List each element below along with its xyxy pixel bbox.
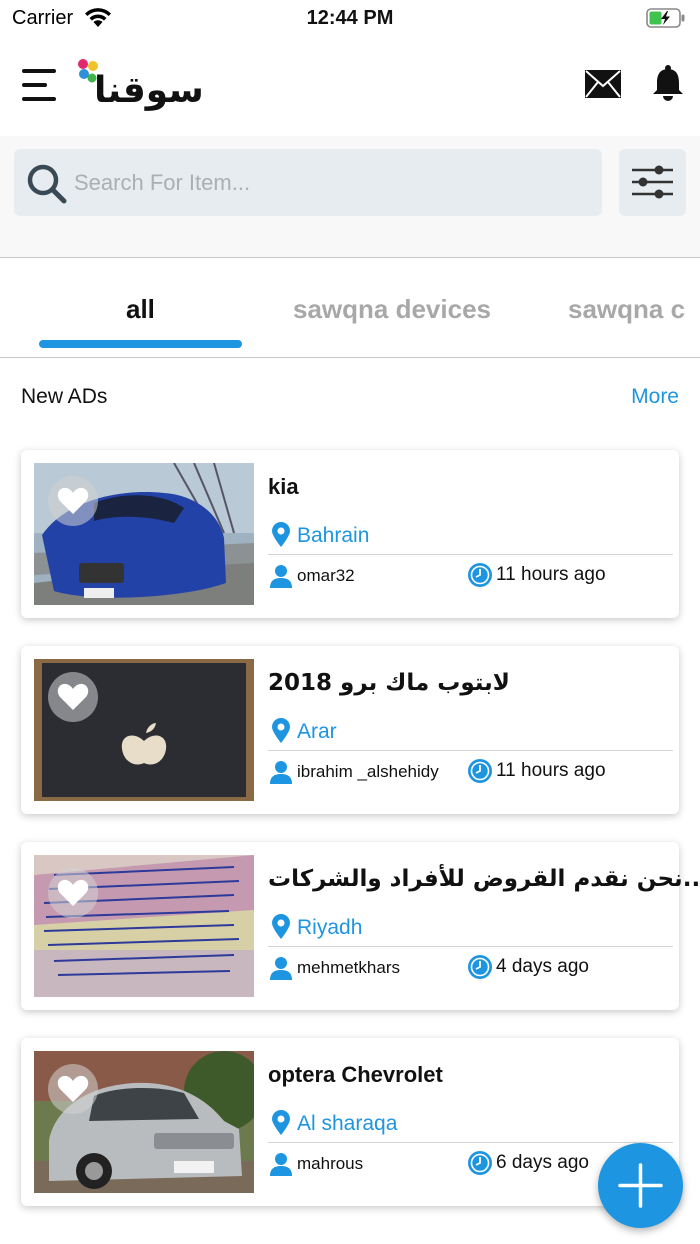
- menu-icon[interactable]: [20, 66, 58, 104]
- ad-location: Arar: [297, 720, 337, 743]
- ad-card[interactable]: kia Bahrain omar32 11 hours ago: [21, 450, 679, 618]
- ad-title: optera Chevrolet: [268, 1062, 443, 1087]
- more-link[interactable]: More: [631, 385, 679, 409]
- app-logo: سوقنا: [76, 56, 204, 116]
- ad-time: 11 hours ago: [496, 564, 606, 585]
- add-ad-button[interactable]: [598, 1143, 683, 1228]
- bell-icon[interactable]: [650, 64, 686, 102]
- search-box[interactable]: [14, 149, 602, 216]
- clock-time: 12:44 PM: [306, 7, 394, 29]
- ad-location: Riyadh: [297, 916, 363, 939]
- ad-image: [34, 659, 254, 801]
- active-tab-indicator: [39, 340, 242, 348]
- ad-location: Bahrain: [297, 524, 370, 547]
- favorite-button[interactable]: [48, 476, 98, 526]
- ad-title: لابتوب ماك برو 2018: [268, 670, 510, 696]
- logo-text: سوقنا: [94, 70, 204, 111]
- ad-user: mahrous: [297, 1154, 364, 1173]
- ad-image: [34, 463, 254, 605]
- ad-image: [34, 1051, 254, 1193]
- favorite-button[interactable]: [48, 868, 98, 918]
- divider: [268, 1142, 673, 1143]
- pin-icon: [272, 522, 290, 547]
- ad-user: mehmetkhars: [297, 958, 400, 977]
- plus-icon: [618, 1163, 663, 1208]
- ad-title: kia: [268, 474, 299, 499]
- tab-sawqna-devices[interactable]: sawqna devices: [293, 294, 491, 325]
- divider: [268, 946, 673, 947]
- app-bar: سوقنا: [0, 36, 700, 136]
- ad-location: Al sharaqa: [297, 1112, 398, 1135]
- pin-icon: [272, 718, 290, 743]
- ad-time: 4 days ago: [496, 956, 589, 977]
- ad-card[interactable]: لابتوب ماك برو 2018 Arar ibrahim _alsheh…: [21, 646, 679, 814]
- divider: [268, 554, 673, 555]
- divider: [268, 750, 673, 751]
- person-icon: [270, 565, 292, 588]
- sliders-icon: [632, 165, 673, 199]
- person-icon: [270, 957, 292, 980]
- person-icon: [270, 1153, 292, 1176]
- pin-icon: [272, 1110, 290, 1135]
- status-bar: Carrier 12:44 PM: [0, 0, 700, 36]
- favorite-button[interactable]: [48, 672, 98, 722]
- search-icon: [27, 164, 67, 204]
- ad-time: 11 hours ago: [496, 760, 606, 781]
- filter-button[interactable]: [619, 149, 686, 216]
- heart-icon: [57, 879, 89, 906]
- section-title: New ADs: [21, 385, 108, 408]
- ad-image: [34, 855, 254, 997]
- person-icon: [270, 761, 292, 784]
- ad-title: نحن نقدم القروض للأفراد والشركات....: [268, 866, 700, 892]
- pin-icon: [272, 914, 290, 939]
- heart-icon: [57, 487, 89, 514]
- favorite-button[interactable]: [48, 1064, 98, 1114]
- envelope-icon[interactable]: [584, 69, 622, 99]
- heart-icon: [57, 683, 89, 710]
- clock-icon: [468, 759, 492, 783]
- clock-icon: [468, 955, 492, 979]
- ad-card[interactable]: نحن نقدم القروض للأفراد والشركات.... Riy…: [21, 842, 700, 1010]
- heart-icon: [57, 1075, 89, 1102]
- ad-card[interactable]: optera Chevrolet Al sharaqa mahrous 6 da…: [21, 1038, 679, 1206]
- ad-time: 6 days ago: [496, 1152, 589, 1173]
- battery-icon: [646, 8, 685, 28]
- search-area: [0, 136, 700, 258]
- ad-user: omar32: [297, 566, 355, 585]
- clock-icon: [468, 563, 492, 587]
- clock-icon: [468, 1151, 492, 1175]
- category-tabs: all sawqna devices sawqna c: [0, 258, 700, 358]
- tab-sawqna-c[interactable]: sawqna c: [568, 294, 685, 325]
- tab-all[interactable]: all: [126, 294, 155, 325]
- ad-user: ibrahim _alshehidy: [297, 762, 439, 781]
- search-input[interactable]: [74, 149, 594, 216]
